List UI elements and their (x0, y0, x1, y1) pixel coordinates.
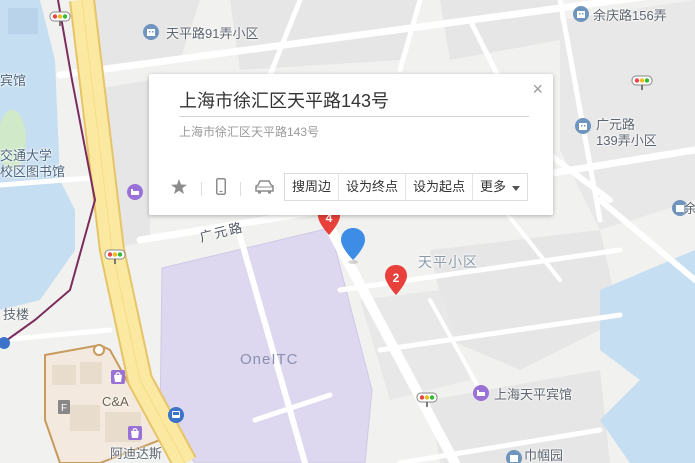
taxi-car-icon[interactable] (255, 179, 274, 199)
label-keji-lou[interactable]: 技楼 (3, 307, 29, 323)
label-jiaotong-line2[interactable]: 校区图书馆 (0, 164, 65, 180)
popup-divider (179, 116, 529, 117)
mall-shop (52, 365, 76, 385)
set-destination-button[interactable]: 设为终点 (339, 174, 407, 200)
icon-separator (240, 182, 241, 196)
hotel-poi-icon[interactable] (473, 385, 489, 401)
popup-icon-bar (171, 178, 288, 200)
popup-address: 上海市徐汇区天平路143号 (179, 125, 320, 139)
residential-poi-icon[interactable] (575, 118, 591, 134)
residential-poi-icon[interactable] (573, 6, 589, 22)
label-tianping-xiaoqu[interactable]: 天平小区 (418, 254, 478, 270)
label-guangyuan-139-line2[interactable]: 139弄小区 (596, 133, 657, 149)
hotel-poi-icon[interactable] (127, 184, 143, 200)
search-nearby-button[interactable]: 搜周边 (285, 174, 340, 200)
mall-shop (80, 362, 102, 384)
location-popup: 上海市徐汇区天平路143号 上海市徐汇区天平路143号 × 搜周边 设为终点 设… (149, 74, 553, 215)
shopping-poi-icon[interactable] (111, 370, 125, 384)
icon-separator (201, 182, 202, 196)
chevron-down-icon (512, 185, 521, 191)
more-button[interactable]: 更多 (473, 174, 527, 200)
label-yuqing-156[interactable]: 余庆路156弄 (593, 8, 667, 24)
marker-2-label: 2 (393, 271, 400, 285)
label-jinguo[interactable]: 巾帼园 (524, 448, 563, 463)
label-tianping-hotel[interactable]: 上海天平宾馆 (494, 387, 572, 403)
label-tianping-91[interactable]: 天平路91弄小区 (166, 26, 258, 42)
label-ca[interactable]: C&A (102, 394, 129, 410)
more-button-label: 更多 (480, 179, 507, 194)
label-adidas[interactable]: 阿迪达斯 (110, 446, 162, 462)
building-left-top (8, 8, 38, 34)
floor-poi-icon[interactable]: F (58, 400, 70, 414)
close-icon[interactable]: × (532, 80, 543, 98)
block-top-mid (230, 0, 420, 70)
popup-action-bar: 搜周边 设为终点 设为起点 更多 (284, 173, 529, 201)
favorite-star-icon[interactable] (171, 179, 187, 199)
mall-shop (70, 405, 100, 431)
label-oneitc[interactable]: OneITC (240, 352, 299, 368)
bus-stop-icon[interactable] (168, 407, 184, 423)
label-edge-right[interactable]: 余 (684, 201, 695, 217)
popup-title: 上海市徐汇区天平路143号 (179, 91, 390, 111)
poi-marker-icon[interactable] (93, 344, 105, 356)
label-jiaotong-line1[interactable]: 交通大学 (0, 148, 52, 164)
label-binguan-left[interactable]: 宾馆 (0, 73, 26, 89)
svg-text:F: F (61, 403, 67, 414)
label-guangyuan-139-line1[interactable]: 广元路 (596, 117, 635, 133)
shopping-poi-icon[interactable] (128, 426, 142, 440)
set-origin-button[interactable]: 设为起点 (406, 174, 474, 200)
send-to-phone-icon[interactable] (216, 178, 226, 200)
residential-poi-icon[interactable] (143, 24, 159, 40)
